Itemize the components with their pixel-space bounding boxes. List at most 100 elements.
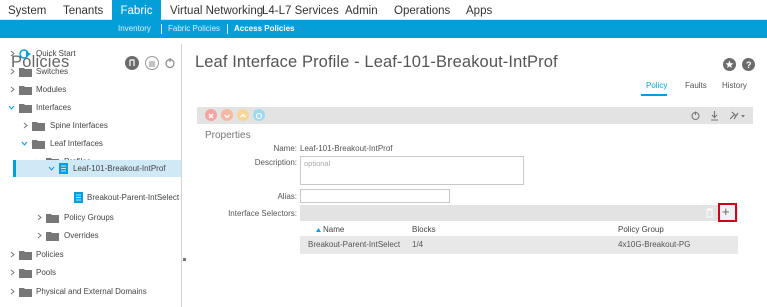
folder-icon	[19, 251, 32, 260]
chevron-right-icon[interactable]	[36, 214, 43, 221]
tree-item-label: Overrides	[64, 231, 99, 240]
star-icon[interactable]	[723, 58, 736, 71]
document-icon	[59, 163, 68, 174]
tree-item-label: Breakout-Parent-IntSelect	[87, 193, 180, 202]
page-title: Leaf Interface Profile - Leaf-101-Breako…	[195, 53, 558, 71]
description-field[interactable]: optional	[300, 156, 524, 185]
tab-system[interactable]: System	[8, 0, 46, 20]
tree-item-policies[interactable]: Policies	[0, 247, 181, 263]
sort-ascending-icon[interactable]	[316, 228, 321, 232]
tab-operations[interactable]: Operations	[394, 0, 450, 20]
chevron-right-icon[interactable]	[36, 232, 43, 239]
tree-item-label: Switches	[36, 67, 69, 76]
chevron-right-icon[interactable]	[22, 122, 29, 129]
tree-item-pools[interactable]: Pools	[0, 265, 181, 281]
folder-icon	[19, 269, 32, 278]
tools-dropdown-icon[interactable]	[728, 110, 746, 121]
quick-start-icon	[19, 49, 31, 59]
tree-item-label: Spine Interfaces	[50, 121, 108, 130]
action-bar	[197, 107, 753, 124]
document-icon	[74, 192, 83, 203]
column-header-name[interactable]: Name	[323, 225, 344, 234]
folder-icon	[19, 86, 32, 95]
tree-item-leaf-101-breakout-intprof[interactable]: Leaf-101-Breakout-IntProf	[13, 160, 181, 177]
top-nav: System Tenants Fabric Virtual Networking…	[0, 0, 767, 20]
column-header-blocks[interactable]: Blocks	[412, 225, 436, 234]
subnav-inventory[interactable]: Inventory	[118, 20, 151, 38]
delete-icon[interactable]	[705, 208, 714, 218]
tree-item-switches[interactable]: Switches	[0, 64, 181, 80]
subnav-access-policies[interactable]: Access Policies	[234, 20, 294, 38]
warning-fault-icon[interactable]	[253, 109, 265, 121]
chevron-right-icon[interactable]	[9, 50, 16, 57]
help-icon[interactable]: ?	[742, 58, 755, 71]
interface-selectors-toolbar	[300, 205, 738, 221]
minor-fault-icon[interactable]	[237, 109, 249, 121]
critical-fault-icon[interactable]	[205, 109, 217, 121]
tab-faults[interactable]: Faults	[685, 81, 707, 90]
column-header-policy-group[interactable]: Policy Group	[618, 225, 664, 234]
folder-icon	[46, 214, 59, 223]
folder-icon	[32, 140, 45, 149]
tree-item-breakout-parent-intselect[interactable]: Breakout-Parent-IntSelect	[0, 190, 181, 206]
tab-admin[interactable]: Admin	[345, 0, 378, 20]
tree-item-physical-external-domains[interactable]: Physical and External Domains	[0, 284, 181, 300]
download-icon[interactable]	[709, 110, 720, 121]
tab-history[interactable]: History	[722, 81, 747, 90]
chevron-right-icon[interactable]	[9, 68, 16, 75]
description-label: Description:	[254, 158, 297, 167]
app-window: System Tenants Fabric Virtual Networking…	[0, 0, 767, 307]
tree-item-label: Modules	[36, 85, 67, 94]
tab-virtual-networking[interactable]: Virtual Networking	[170, 0, 263, 20]
folder-icon	[46, 232, 59, 241]
cell-name: Breakout-Parent-IntSelect	[308, 240, 401, 249]
sidebar: Policies Quick Start Switches Modules In…	[0, 44, 182, 307]
tab-policy[interactable]: Policy	[646, 81, 667, 90]
tree-item-label: Pools	[36, 268, 57, 277]
tree-item-label: Interfaces	[36, 103, 72, 112]
folder-icon	[19, 104, 32, 113]
tree-item-leaf-interfaces[interactable]: Leaf Interfaces	[0, 136, 181, 152]
add-selector-button[interactable]: +	[718, 203, 737, 222]
subnav-separator	[161, 24, 162, 34]
tree-item-label: Leaf-101-Breakout-IntProf	[73, 164, 166, 173]
selection-marker	[13, 160, 16, 177]
tree-item-spine-interfaces[interactable]: Spine Interfaces	[0, 118, 181, 134]
tab-l4-l7-services[interactable]: L4-L7 Services	[262, 0, 339, 20]
folder-icon	[19, 288, 32, 297]
tree-item-label: Leaf Interfaces	[50, 139, 103, 148]
tree-item-policy-groups[interactable]: Policy Groups	[0, 210, 181, 226]
folder-icon	[32, 122, 45, 131]
tab-tenants[interactable]: Tenants	[63, 0, 103, 20]
interface-selectors-label: Interface Selectors:	[228, 209, 297, 218]
subnav-fabric-policies[interactable]: Fabric Policies	[168, 20, 220, 38]
sub-nav: Inventory Fabric Policies Access Policie…	[0, 20, 767, 38]
folder-icon	[19, 68, 32, 77]
chevron-down-icon[interactable]	[8, 104, 15, 111]
refresh-icon[interactable]	[690, 110, 701, 121]
tab-fabric[interactable]: Fabric	[112, 0, 161, 20]
major-fault-icon[interactable]	[221, 109, 233, 121]
tree-item-modules[interactable]: Modules	[0, 82, 181, 98]
name-value: Leaf-101-Breakout-IntProf	[300, 144, 393, 153]
plus-icon: +	[722, 204, 730, 219]
chevron-right-icon[interactable]	[9, 288, 16, 295]
tree-item-label: Quick Start	[36, 49, 76, 58]
chevron-right-icon[interactable]	[9, 269, 16, 276]
splitter-handle[interactable]	[183, 258, 186, 261]
chevron-down-icon[interactable]	[21, 140, 28, 147]
tree-item-interfaces[interactable]: Interfaces	[0, 100, 181, 116]
chevron-right-icon[interactable]	[9, 251, 16, 258]
tree-item-quick-start[interactable]: Quick Start	[0, 46, 181, 62]
alias-field[interactable]	[300, 189, 450, 203]
tree-item-label: Policy Groups	[64, 213, 114, 222]
tab-apps[interactable]: Apps	[466, 0, 492, 20]
tree-item-label: Policies	[36, 250, 64, 259]
tree-item-overrides[interactable]: Overrides	[0, 228, 181, 244]
svg-text:?: ?	[746, 60, 752, 70]
table-row[interactable]: Breakout-Parent-IntSelect 1/4 4x10G-Brea…	[300, 236, 738, 254]
chevron-right-icon[interactable]	[9, 86, 16, 93]
chevron-down-icon[interactable]	[48, 165, 55, 172]
subnav-separator	[227, 24, 228, 34]
tree-item-label: Physical and External Domains	[36, 287, 147, 296]
